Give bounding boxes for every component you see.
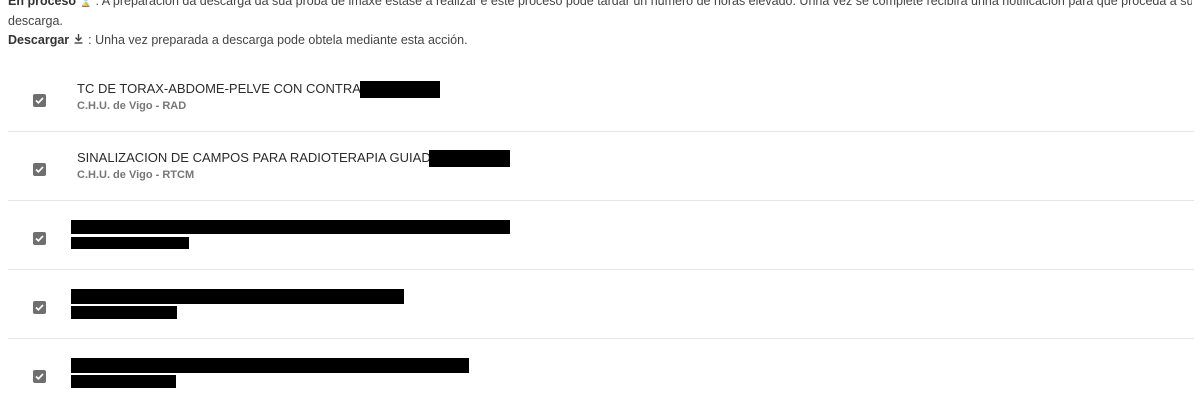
study-row	[8, 339, 1194, 400]
in-progress-text-continued: descarga.	[8, 14, 63, 28]
study-center: C.H.U. de Vigo - RAD	[77, 100, 187, 112]
redacted-study-center	[71, 237, 189, 249]
download-icon	[73, 32, 85, 51]
download-label: Descargar	[8, 33, 70, 47]
check-icon	[35, 166, 44, 173]
redacted-study-title	[71, 289, 404, 304]
study-title: SINALIZACION DE CAMPOS PARA RADIOTERAPIA…	[77, 150, 460, 165]
in-progress-label: En proceso	[8, 0, 77, 8]
study-row: SINALIZACION DE CAMPOS PARA RADIOTERAPIA…	[8, 132, 1194, 201]
study-row: TC DE TORAX-ABDOME-PELVE CON CONTRASTE C…	[8, 63, 1194, 132]
study-title: TC DE TORAX-ABDOME-PELVE CON CONTRASTE	[77, 81, 387, 96]
in-progress-text: : A preparación da descarga da súa proba…	[95, 0, 1193, 8]
redacted-study-center	[71, 306, 177, 319]
study-row	[8, 201, 1194, 270]
redaction-block	[429, 150, 510, 167]
download-page: En proceso ⌛ : A preparación da descarga…	[0, 0, 1200, 400]
redacted-study-title	[71, 220, 510, 234]
check-icon	[35, 304, 44, 311]
study-checkbox[interactable]	[33, 301, 46, 314]
study-list: TC DE TORAX-ABDOME-PELVE CON CONTRASTE C…	[8, 63, 1194, 400]
download-info: Descargar : Unha vez preparada a descarg…	[8, 31, 1192, 51]
download-text: : Unha vez preparada a descarga pode obt…	[88, 33, 468, 47]
study-checkbox[interactable]	[33, 163, 46, 176]
study-row	[8, 270, 1194, 339]
study-checkbox[interactable]	[33, 370, 46, 383]
study-center: C.H.U. de Vigo - RTCM	[77, 169, 195, 181]
study-checkbox[interactable]	[33, 232, 46, 245]
redaction-block	[360, 81, 440, 98]
in-progress-info: En proceso ⌛ : A preparación da descarga…	[8, 0, 1192, 12]
redacted-study-center	[71, 375, 176, 388]
check-icon	[35, 373, 44, 380]
check-icon	[35, 97, 44, 104]
hourglass-icon: ⌛	[79, 0, 93, 8]
study-checkbox[interactable]	[33, 94, 46, 107]
download-help-text: En proceso ⌛ : A preparación da descarga…	[8, 0, 1192, 51]
redacted-study-title	[71, 358, 469, 373]
check-icon	[35, 235, 44, 242]
